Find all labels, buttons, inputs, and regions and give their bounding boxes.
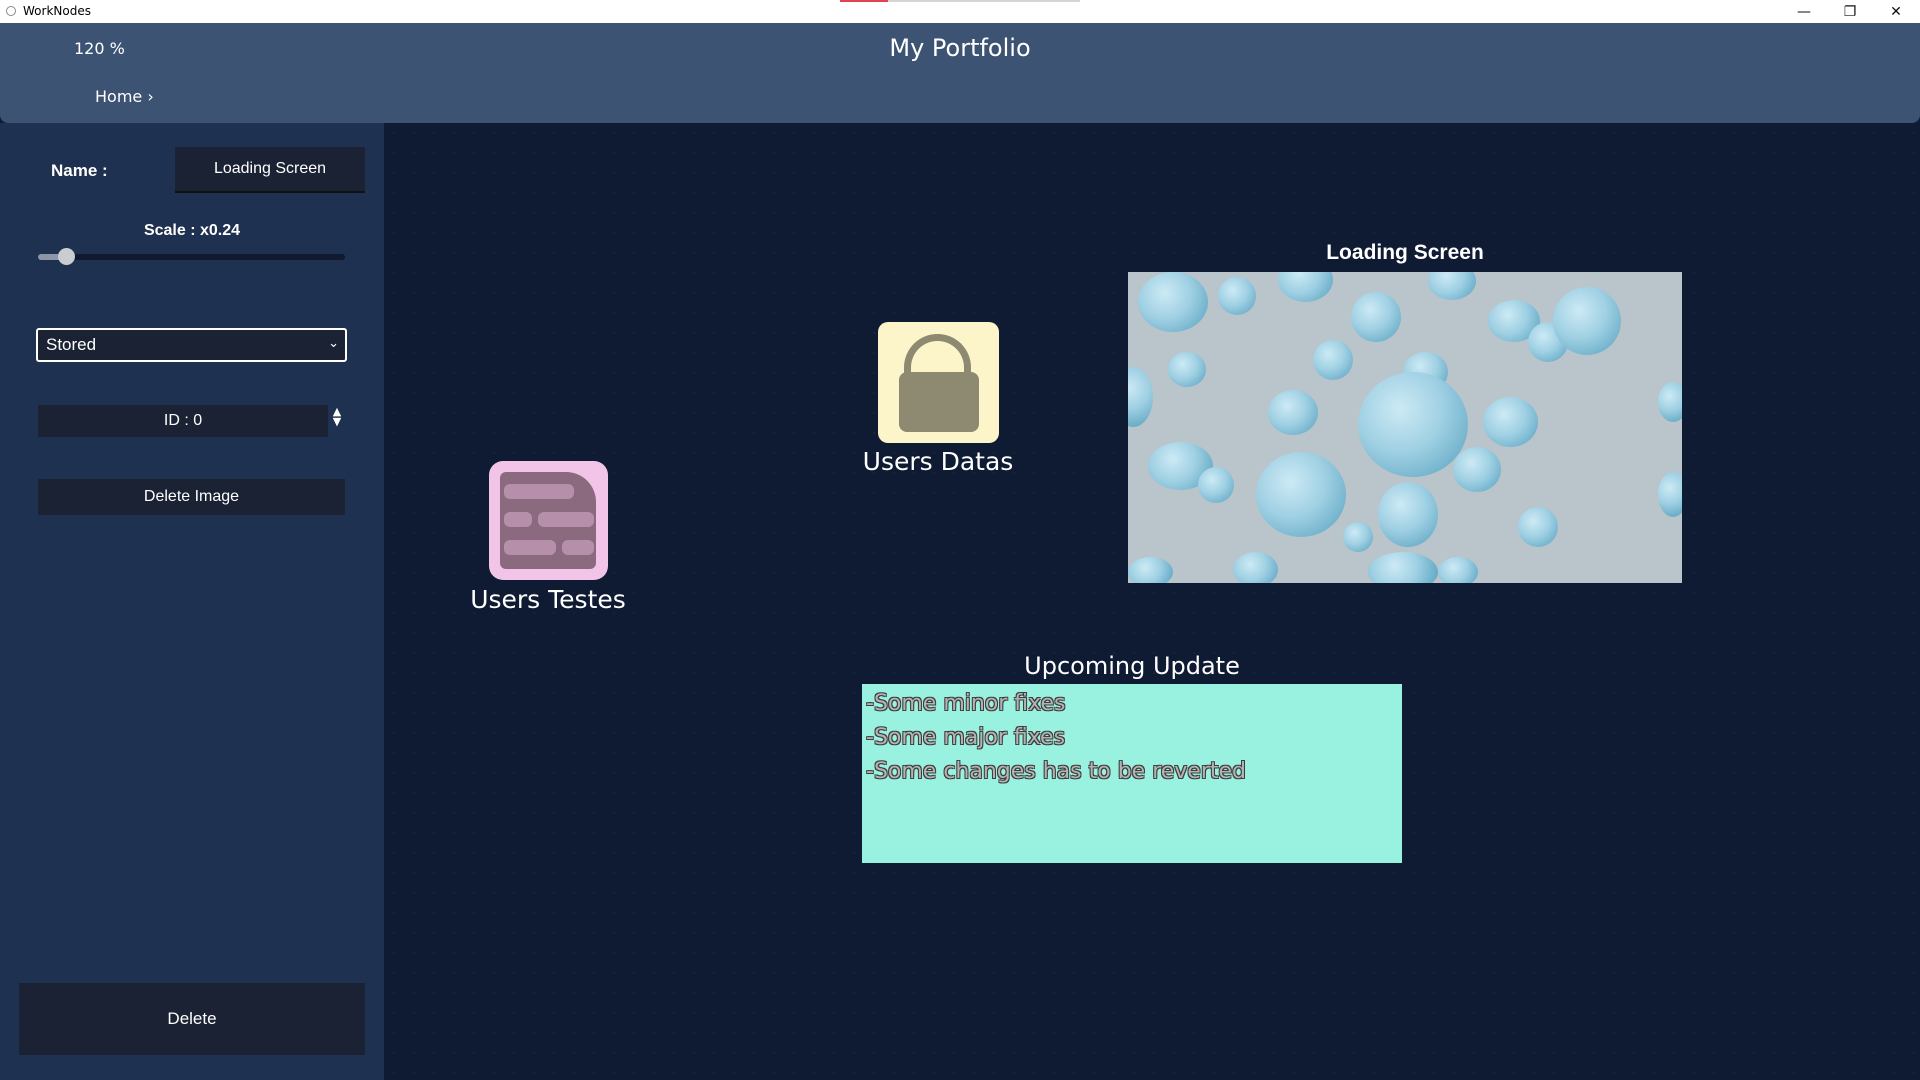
chevron-down-icon: ⌄ — [328, 336, 339, 351]
titlebar-accent — [840, 0, 888, 2]
window-titlebar: WorkNodes — ❐ ✕ — [0, 0, 1920, 23]
storage-select[interactable]: Stored ⌄ — [36, 328, 347, 362]
delete-image-button[interactable]: Delete Image — [38, 479, 345, 515]
scale-label: Scale : x0.24 — [143, 222, 241, 239]
lock-icon — [899, 372, 979, 432]
minimize-button[interactable]: — — [1781, 0, 1827, 23]
name-label: Name : — [51, 161, 108, 180]
storage-select-value: Stored — [46, 335, 97, 354]
spinner-arrows-icon[interactable]: ▲ ▼ — [330, 406, 344, 435]
image-node[interactable] — [1128, 272, 1682, 583]
scale-slider-track[interactable] — [38, 254, 345, 260]
app-icon — [6, 6, 16, 16]
app-header: 120 % My Portfolio Home › — [0, 23, 1920, 123]
note-line: -Some major fixes — [866, 725, 1066, 750]
name-field[interactable]: Loading Screen — [175, 147, 365, 193]
titlebar-accent-gray — [888, 0, 1080, 2]
breadcrumb-home[interactable]: Home › — [95, 87, 154, 106]
note-line: -Some changes has to be reverted — [866, 759, 1247, 784]
delete-button[interactable]: Delete — [19, 983, 365, 1055]
close-button[interactable]: ✕ — [1873, 0, 1919, 23]
note-title: Upcoming Update — [1024, 652, 1240, 680]
id-field[interactable]: ID : 0 — [38, 405, 328, 437]
users-datas-node[interactable] — [878, 322, 999, 443]
users-testes-label: Users Testes — [470, 585, 626, 614]
note-node[interactable]: -Some minor fixes -Some major fixes -Som… — [862, 684, 1402, 863]
users-testes-node[interactable] — [489, 461, 608, 580]
maximize-button[interactable]: ❐ — [1827, 0, 1873, 23]
image-node-title: Loading Screen — [1326, 241, 1484, 264]
window-title: WorkNodes — [23, 4, 91, 18]
note-line: -Some minor fixes — [866, 691, 1066, 716]
scale-slider-handle[interactable] — [57, 248, 75, 265]
users-datas-label: Users Datas — [862, 447, 1014, 476]
document-table-icon — [500, 472, 596, 569]
page-title: My Portfolio — [889, 34, 1031, 62]
properties-sidebar: Name : Loading Screen Scale : x0.24 Stor… — [0, 123, 384, 1080]
